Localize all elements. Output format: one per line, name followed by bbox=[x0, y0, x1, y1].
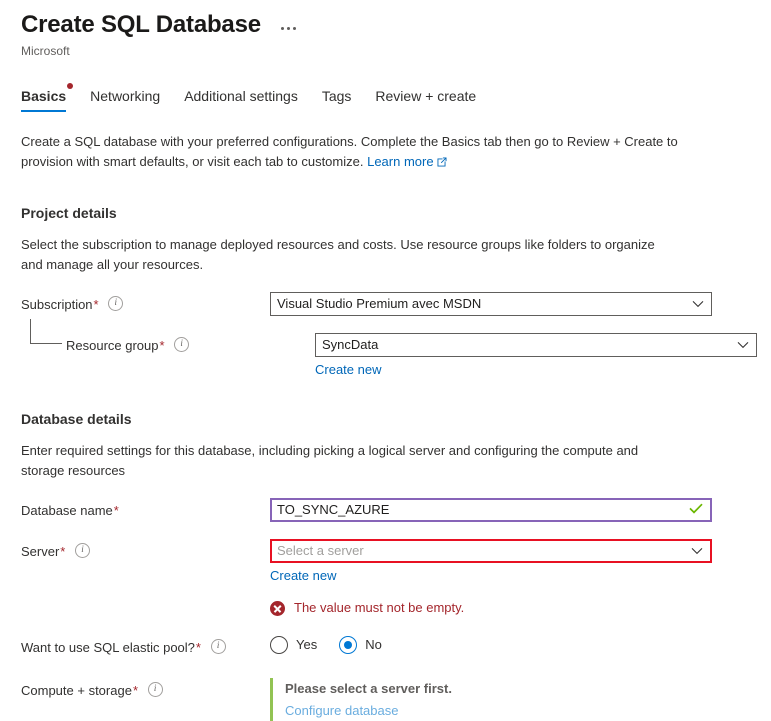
ellipsis-dot-icon bbox=[292, 26, 296, 30]
error-circle-icon bbox=[270, 600, 285, 616]
info-icon[interactable] bbox=[210, 639, 226, 654]
tab-label: Basics bbox=[21, 88, 67, 104]
tab-label: Review + create bbox=[375, 88, 477, 104]
tree-connector-line bbox=[30, 319, 62, 344]
elastic-pool-field: Yes No bbox=[270, 635, 712, 654]
database-details-heading: Database details bbox=[21, 411, 132, 427]
tab-label: Tags bbox=[321, 88, 352, 104]
tab-additional-settings[interactable]: Additional settings bbox=[184, 87, 298, 112]
chevron-down-icon bbox=[691, 540, 703, 562]
server-label-text: Server bbox=[21, 544, 60, 559]
ellipsis-dot-icon bbox=[286, 26, 290, 30]
form-content: Create a SQL database with your preferre… bbox=[0, 132, 771, 721]
compute-storage-row: Compute + storage* Please select a serve… bbox=[21, 678, 751, 721]
publisher-subtitle: Microsoft bbox=[21, 44, 70, 58]
intro-text: Create a SQL database with your preferre… bbox=[21, 132, 681, 173]
radio-label: No bbox=[365, 637, 382, 652]
chevron-down-icon bbox=[737, 334, 749, 356]
elastic-pool-option-no[interactable]: No bbox=[339, 636, 382, 654]
required-asterisk: * bbox=[60, 544, 66, 559]
page-header: Create SQL Database Microsoft bbox=[0, 0, 771, 59]
resource-group-label-text: Resource group bbox=[66, 338, 159, 353]
resource-group-create-new-link[interactable]: Create new bbox=[315, 361, 381, 379]
more-options-button[interactable] bbox=[279, 25, 298, 32]
database-details-description: Enter required settings for this databas… bbox=[21, 443, 639, 478]
info-icon[interactable] bbox=[147, 682, 163, 697]
subscription-field: Visual Studio Premium avec MSDN bbox=[270, 292, 712, 316]
project-details-heading: Project details bbox=[21, 205, 117, 221]
compute-storage-label-text: Compute + storage bbox=[21, 683, 132, 698]
tab-label: Additional settings bbox=[184, 88, 298, 104]
subscription-label-text: Subscription bbox=[21, 297, 93, 312]
radio-button[interactable] bbox=[339, 636, 358, 654]
elastic-pool-label: Want to use SQL elastic pool?* bbox=[21, 635, 270, 657]
elastic-pool-radio-group: Yes No bbox=[270, 635, 712, 654]
tab-basics[interactable]: Basics bbox=[21, 83, 74, 112]
tab-tags[interactable]: Tags bbox=[322, 87, 352, 112]
project-details-description: Select the subscription to manage deploy… bbox=[21, 237, 655, 272]
resource-group-label: Resource group* bbox=[21, 319, 315, 355]
tab-networking[interactable]: Networking bbox=[90, 87, 160, 112]
tab-review-create[interactable]: Review + create bbox=[375, 87, 476, 112]
compute-storage-field: Please select a server first. Configure … bbox=[270, 678, 712, 721]
compute-storage-label: Compute + storage* bbox=[21, 678, 270, 700]
server-error-message: The value must not be empty. bbox=[270, 599, 751, 617]
database-name-value: TO_SYNC_AZURE bbox=[277, 502, 390, 517]
tab-validation-dot-icon bbox=[67, 83, 74, 89]
server-field: Select a server Create new bbox=[270, 539, 712, 585]
server-select[interactable]: Select a server bbox=[270, 539, 712, 563]
radio-button[interactable] bbox=[270, 636, 288, 654]
subscription-label: Subscription* bbox=[21, 292, 270, 314]
intro-description: Create a SQL database with your preferre… bbox=[21, 134, 678, 169]
server-label: Server* bbox=[21, 539, 270, 561]
database-name-row: Database name* TO_SYNC_AZURE bbox=[21, 498, 751, 522]
radio-label: Yes bbox=[296, 637, 318, 652]
required-asterisk: * bbox=[195, 640, 201, 655]
resource-group-row: Resource group* SyncData Create new bbox=[21, 319, 757, 379]
subscription-select[interactable]: Visual Studio Premium avec MSDN bbox=[270, 292, 712, 316]
resource-group-select[interactable]: SyncData bbox=[315, 333, 757, 357]
database-name-label-text: Database name bbox=[21, 503, 113, 518]
chevron-down-icon bbox=[692, 293, 704, 315]
subscription-row: Subscription* Visual Studio Premium avec… bbox=[21, 292, 751, 316]
info-icon[interactable] bbox=[74, 543, 90, 558]
required-asterisk: * bbox=[159, 338, 165, 353]
info-icon[interactable] bbox=[108, 296, 124, 311]
tab-label: Networking bbox=[90, 88, 161, 104]
elastic-pool-option-yes[interactable]: Yes bbox=[270, 636, 317, 654]
resource-group-value: SyncData bbox=[322, 337, 379, 352]
database-name-field: TO_SYNC_AZURE bbox=[270, 498, 712, 522]
page-title: Create SQL Database bbox=[21, 11, 261, 38]
database-name-input[interactable]: TO_SYNC_AZURE bbox=[270, 498, 712, 522]
server-create-new-link[interactable]: Create new bbox=[270, 567, 336, 585]
learn-more-link[interactable]: Learn more bbox=[367, 154, 433, 169]
external-link-icon bbox=[437, 153, 447, 173]
title-row: Create SQL Database bbox=[21, 10, 771, 40]
database-name-label: Database name* bbox=[21, 498, 270, 520]
required-asterisk: * bbox=[132, 683, 138, 698]
configure-database-link[interactable]: Configure database bbox=[285, 700, 398, 721]
subscription-value: Visual Studio Premium avec MSDN bbox=[277, 296, 482, 311]
server-placeholder: Select a server bbox=[277, 543, 364, 558]
resource-group-field: SyncData Create new bbox=[315, 333, 757, 379]
ellipsis-dot-icon bbox=[280, 26, 284, 30]
check-icon bbox=[689, 499, 703, 521]
required-asterisk: * bbox=[93, 297, 99, 312]
required-asterisk: * bbox=[113, 503, 119, 518]
compute-storage-status-text: Please select a server first. bbox=[285, 681, 452, 696]
compute-storage-panel: Please select a server first. Configure … bbox=[270, 678, 712, 721]
server-row: Server* Select a server Create new bbox=[21, 539, 751, 585]
info-icon[interactable] bbox=[174, 337, 190, 352]
server-error-text: The value must not be empty. bbox=[294, 600, 465, 615]
elastic-pool-label-text: Want to use SQL elastic pool? bbox=[21, 640, 195, 655]
elastic-pool-row: Want to use SQL elastic pool?* Yes No bbox=[21, 635, 751, 657]
tab-bar: Basics Networking Additional settings Ta… bbox=[0, 83, 771, 112]
